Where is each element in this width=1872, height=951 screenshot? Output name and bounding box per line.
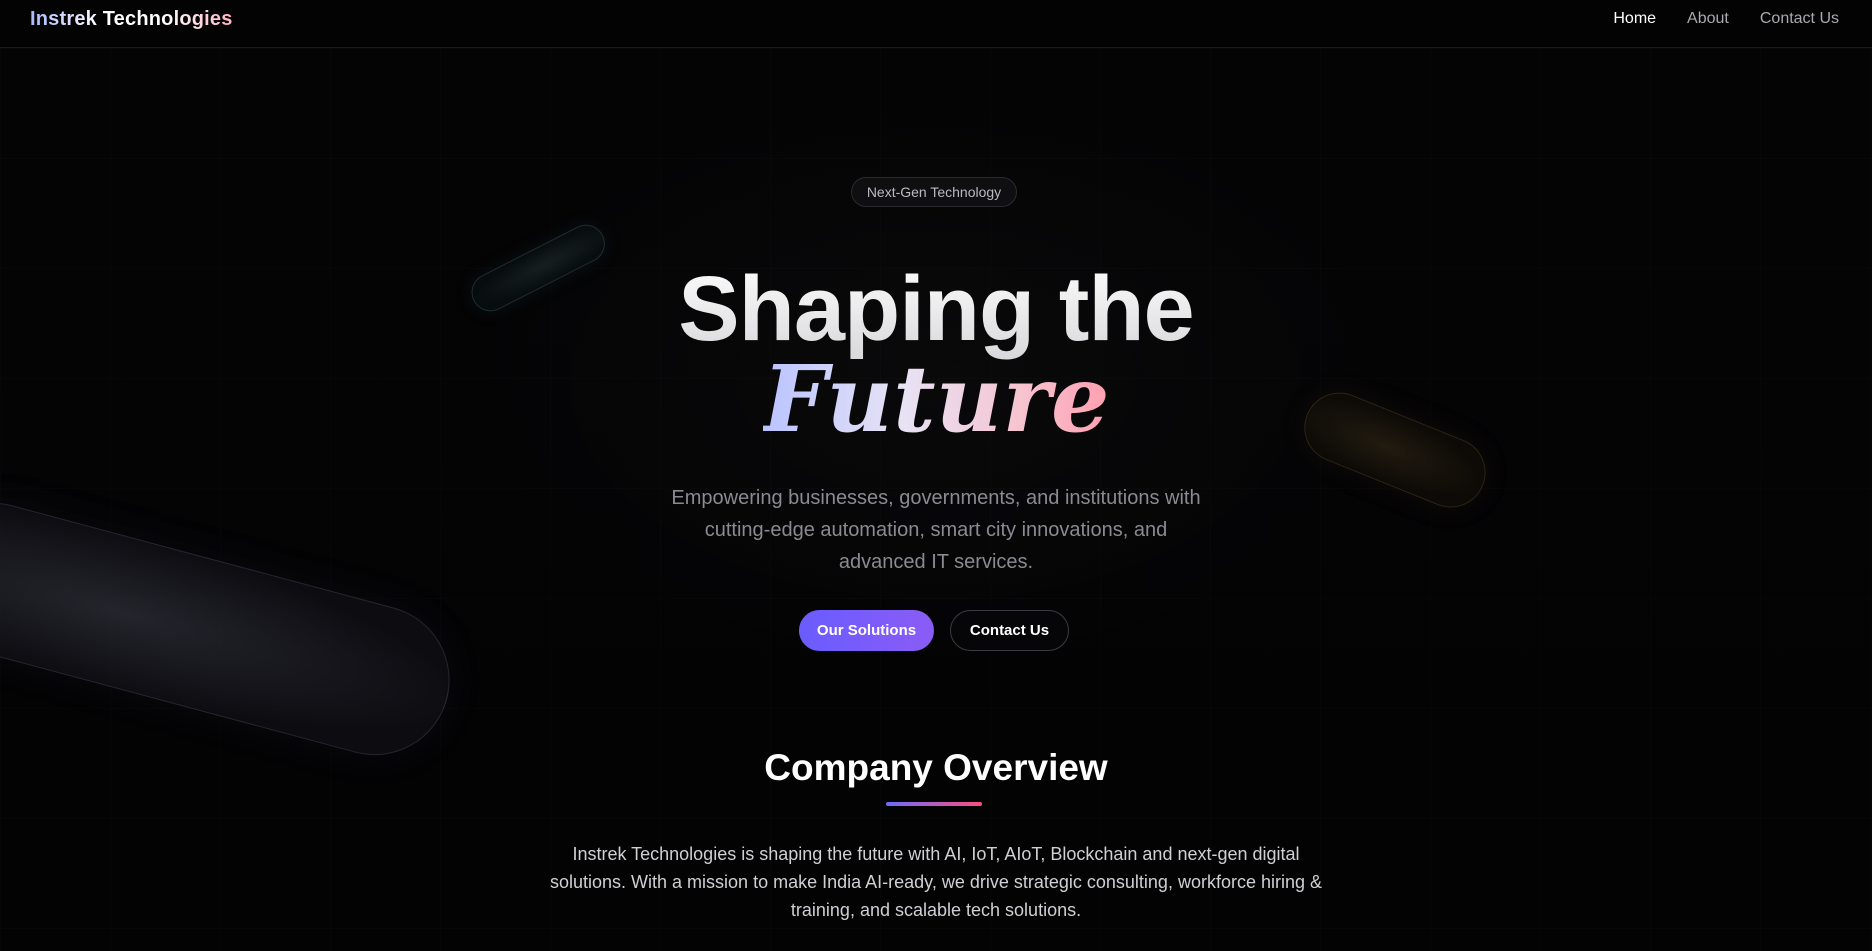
our-solutions-button[interactable]: Our Solutions [799,610,934,651]
hero-title-future: Future [762,345,1110,453]
hero-badge: Next-Gen Technology [851,177,1017,207]
hero-title-line2: Future [0,344,1872,454]
overview-underline [886,802,982,806]
floating-capsule-large [0,486,467,772]
nav-contact-us[interactable]: Contact Us [1760,9,1839,29]
brand-logo[interactable]: Instrek Technologies [30,8,233,31]
nav-home[interactable]: Home [1613,9,1656,29]
hero-subtitle: Empowering businesses, governments, and … [671,487,1201,573]
contact-us-button[interactable]: Contact Us [950,610,1069,651]
nav-about[interactable]: About [1687,9,1729,29]
overview-title: Company Overview [764,747,1108,788]
top-navbar: Instrek Technologies Home About Contact … [0,0,1872,48]
nav-links: Home About Contact Us [1582,9,1839,29]
overview-text: Instrek Technologies is shaping the futu… [550,844,1322,920]
